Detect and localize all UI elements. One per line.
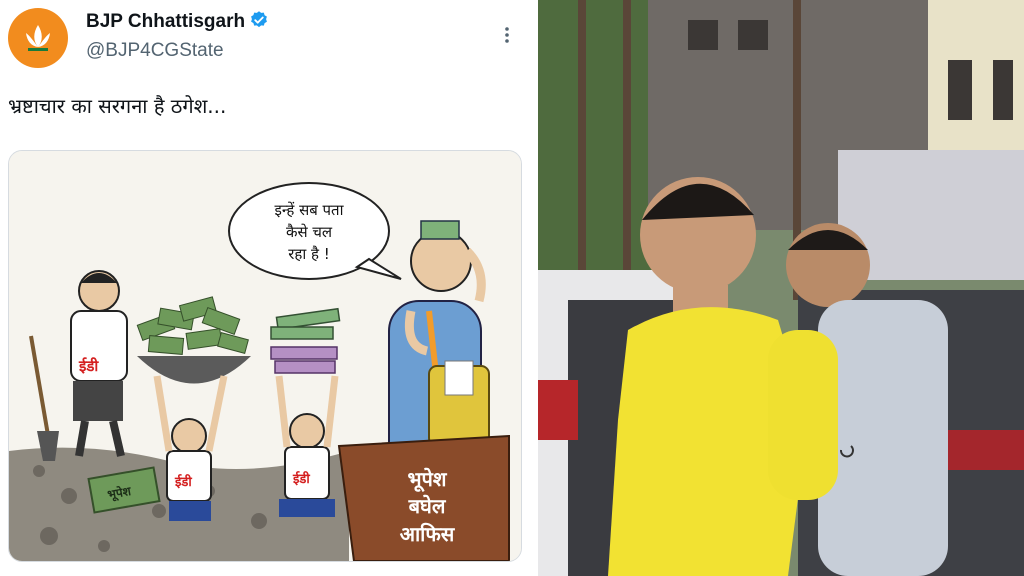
speech-line-1: इन्हें सब पता: [274, 201, 344, 219]
ed-label: ईडी: [292, 471, 310, 487]
account-handle[interactable]: @BJP4CGState: [86, 40, 224, 62]
speech-line-3: रहा है !: [288, 245, 330, 263]
lotus-logo-icon: [26, 25, 50, 51]
verified-badge-icon: [251, 11, 267, 28]
avatar[interactable]: [8, 8, 68, 68]
cartoon-illustration: ईडी ईडी ईडी भूपेश इन्हें सब पता कैसे चल …: [9, 151, 521, 561]
desk-label-3: आफिस: [400, 522, 456, 546]
tweet-card: BJP Chhattisgarh @BJP4CGState भ्रष्टाचार…: [0, 0, 538, 576]
speech-line-2: कैसे चल: [286, 223, 333, 241]
account-name[interactable]: BJP Chhattisgarh: [86, 10, 269, 33]
more-options-icon[interactable]: [496, 24, 518, 46]
news-photo: [538, 0, 1024, 576]
tweet-media-cartoon[interactable]: ईडी ईडी ईडी भूपेश इन्हें सब पता कैसे चल …: [8, 150, 522, 562]
ed-label: ईडी: [174, 474, 192, 490]
office-desk: भूपेश बघेल आफिस: [337, 434, 510, 561]
tweet-text: भ्रष्टाचार का सरगना है ठगेश...: [8, 94, 227, 118]
desk-label-1: भूपेश: [407, 467, 447, 492]
ed-label: ईडी: [78, 357, 99, 375]
photo-scene: [538, 0, 1024, 576]
desk-label-2: बघेल: [408, 494, 447, 518]
